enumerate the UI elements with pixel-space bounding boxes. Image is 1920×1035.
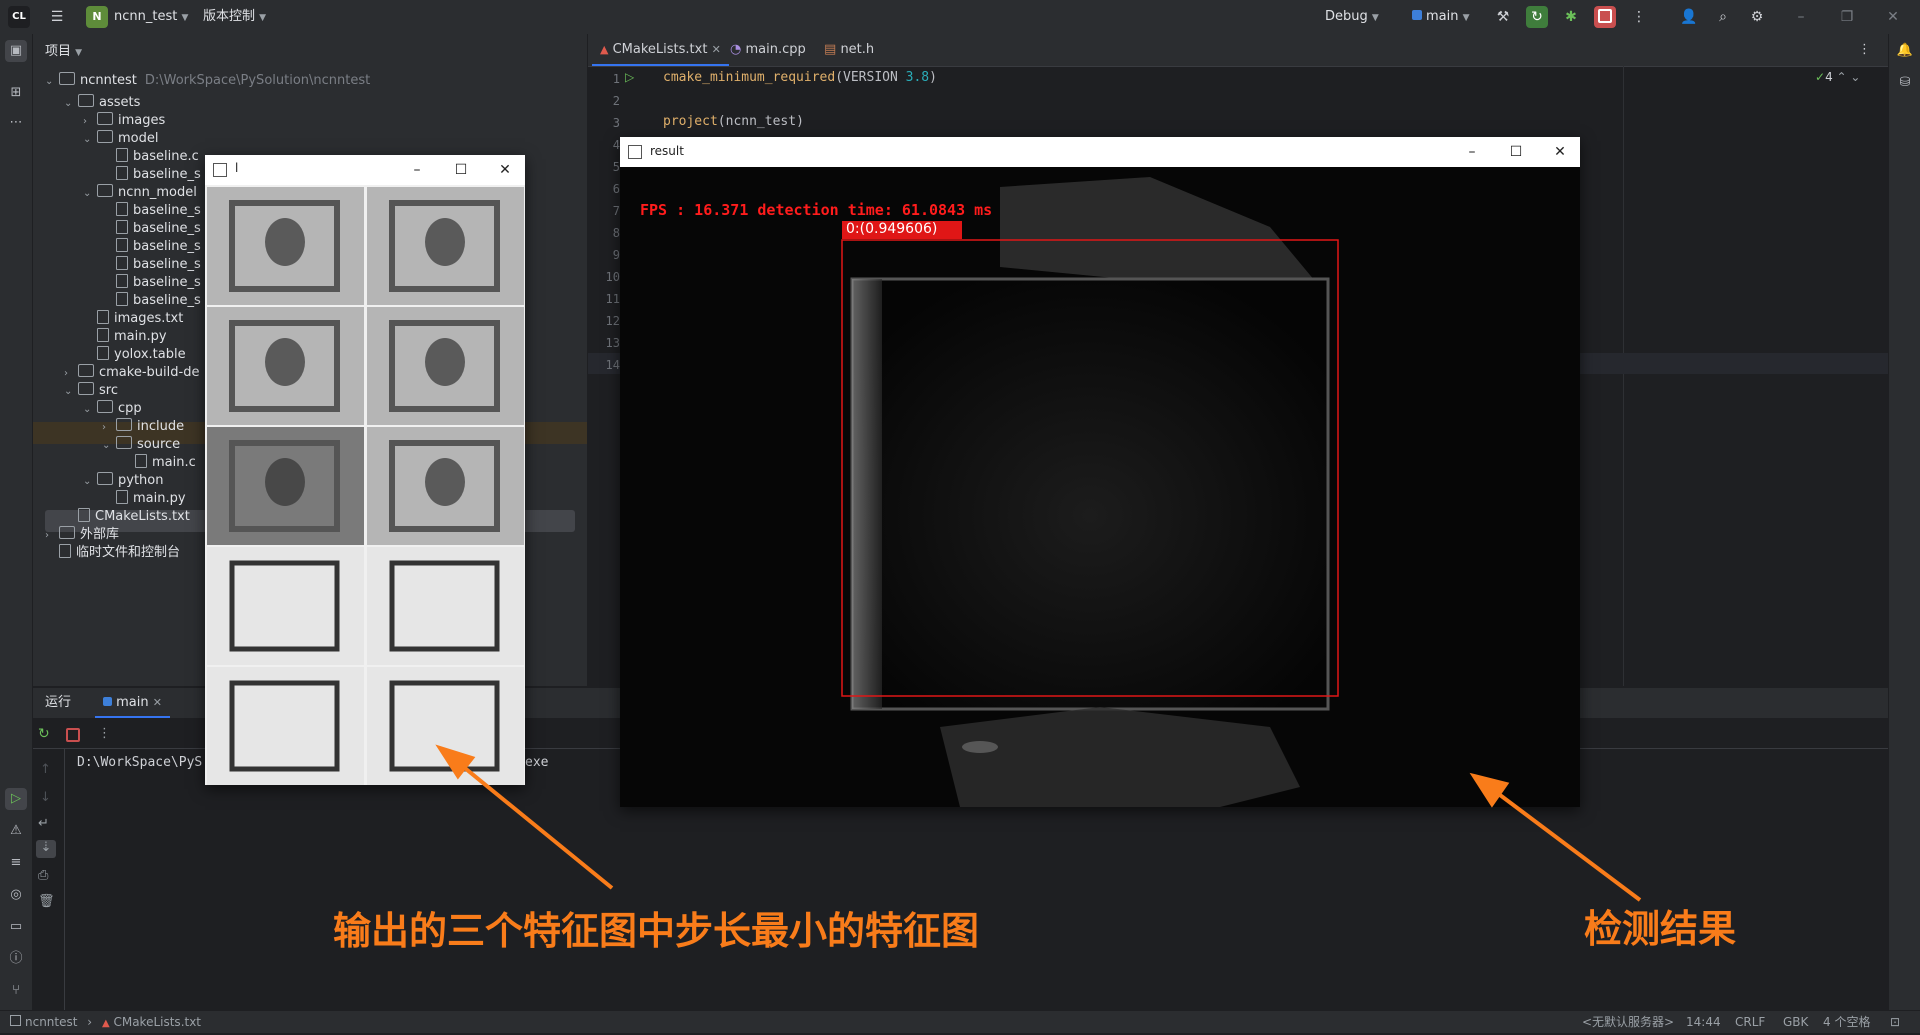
annotation-arrows: [435, 744, 1642, 902]
right-arrow-line: [1486, 784, 1642, 902]
annotation-result-text: 检测结果: [1584, 907, 1737, 951]
left-arrow-line: [453, 758, 614, 890]
right-arrow-head: [1469, 772, 1510, 808]
annotation-feature-map-text: 输出的三个特征图中步长最小的特征图: [333, 909, 980, 953]
